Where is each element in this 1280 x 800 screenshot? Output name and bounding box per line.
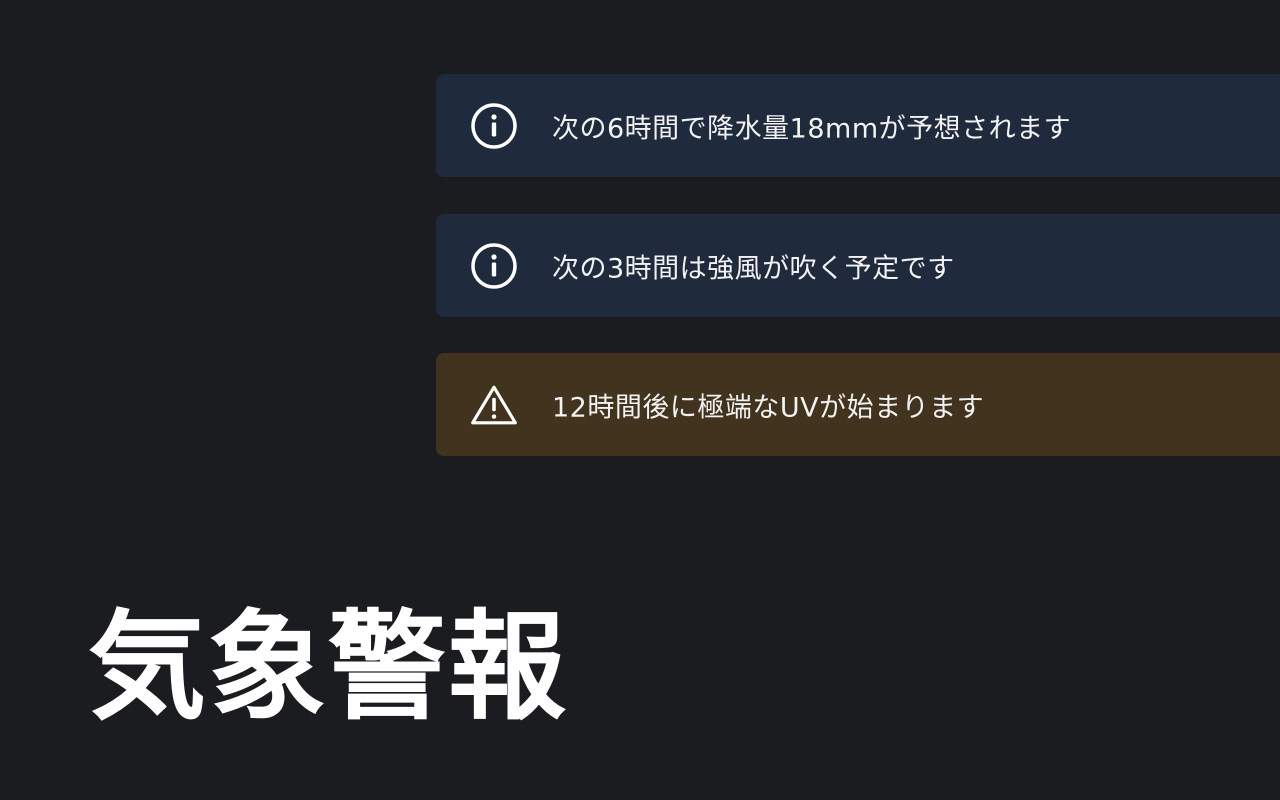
alert-message: 次の3時間は強風が吹く予定です bbox=[552, 253, 955, 284]
alert-message: 12時間後に極端なUVが始まります bbox=[552, 392, 985, 423]
alert-card-info[interactable]: 次の6時間で降水量18mmが予想されます bbox=[436, 74, 1280, 177]
weather-alerts-screen: 次の6時間で降水量18mmが予想されます 次の3時間は強風が吹く予定です 12時… bbox=[0, 0, 1280, 800]
page-title: 気象警報 bbox=[88, 598, 569, 736]
alert-card-info[interactable]: 次の3時間は強風が吹く予定です bbox=[436, 214, 1280, 317]
info-circle-icon bbox=[470, 102, 518, 150]
alert-message: 次の6時間で降水量18mmが予想されます bbox=[552, 113, 1072, 144]
alert-card-warning[interactable]: 12時間後に極端なUVが始まります bbox=[436, 353, 1280, 456]
info-circle-icon bbox=[470, 242, 518, 290]
warning-triangle-icon bbox=[470, 381, 518, 429]
